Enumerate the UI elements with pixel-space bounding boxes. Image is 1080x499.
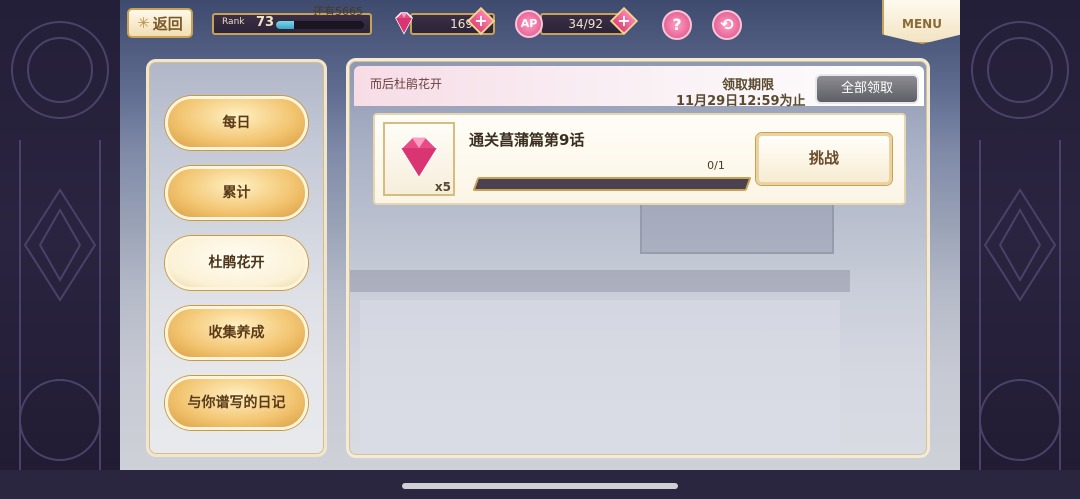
tab-label: 收集养成 (208, 325, 265, 341)
menu-button[interactable]: MENU (882, 0, 960, 44)
back-button[interactable]: ✳ 返回 (127, 8, 193, 38)
panel-header: 而后杜鹃花开 领取期限 11月29日12:59为止 全部领取 (354, 66, 924, 109)
mission-list-panel: 而后杜鹃花开 领取期限 11月29日12:59为止 全部领取 x5 通关菖蒲篇第… (346, 58, 930, 458)
back-label: 返回 (152, 14, 183, 33)
rank-label: Rank (222, 17, 245, 27)
mission-title: 通关菖蒲篇第9话 (469, 131, 585, 149)
right-border-decoration (960, 0, 1080, 470)
tab-label: 每日 (222, 115, 251, 131)
tab-diary[interactable]: 与你谱写的日记 (165, 376, 308, 430)
home-indicator[interactable] (402, 483, 678, 489)
left-border-decoration (0, 0, 120, 470)
rank-progress-bar (276, 21, 364, 29)
star-icon: ✳ (137, 14, 150, 32)
tab-label: 与你谱写的日记 (187, 395, 286, 411)
rank-value: 73 (256, 15, 275, 30)
game-screen: ✳ 返回 Rank 73 还有5665 169 + 34/92 AP + ? ⟲… (120, 0, 960, 473)
challenge-label: 挑战 (808, 149, 839, 167)
claim-all-label: 全部领取 (840, 81, 893, 96)
tab-label: 杜鹃花开 (208, 255, 265, 271)
tab-cumulative[interactable]: 累计 (165, 166, 308, 220)
mission-progress-bar (472, 177, 752, 191)
tab-azalea-bloom[interactable]: 杜鹃花开 (165, 236, 308, 290)
mission-item: x5 通关菖蒲篇第9话 0/1 挑战 (373, 113, 906, 205)
mission-progress-fill (475, 179, 479, 189)
share-button[interactable]: ⟲ (712, 10, 742, 40)
tab-label: 累计 (222, 185, 251, 201)
pink-gem-icon (395, 12, 413, 35)
help-button[interactable]: ? (662, 10, 692, 40)
tab-collection-training[interactable]: 收集养成 (165, 306, 308, 360)
rank-progress-fill (276, 21, 294, 29)
menu-label: MENU (902, 17, 942, 31)
tab-daily[interactable]: 每日 (165, 96, 308, 150)
ap-icon: AP (515, 10, 543, 38)
event-name: 而后杜鹃花开 (370, 77, 443, 91)
claim-all-button[interactable]: 全部领取 (815, 74, 919, 104)
challenge-button[interactable]: 挑战 (756, 133, 892, 185)
deadline-value: 11月29日12:59为止 (676, 94, 806, 109)
rank-next-text: 还有5665 (313, 5, 363, 18)
ap-value: 34/92 (568, 17, 603, 31)
share-icon: ⟲ (720, 15, 734, 34)
mission-category-panel: 每日 累计 杜鹃花开 收集养成 与你谱写的日记 (146, 59, 327, 457)
pink-gem-icon (400, 136, 438, 179)
reward-count: x5 (434, 180, 451, 194)
